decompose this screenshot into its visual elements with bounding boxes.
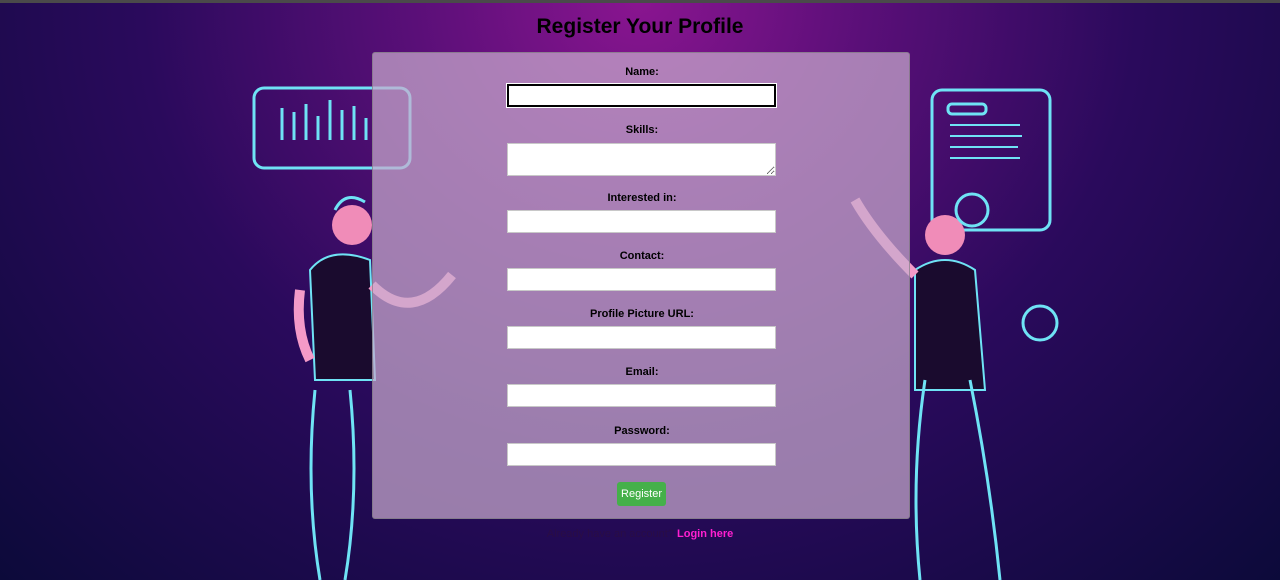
name-field-group: Name: xyxy=(373,66,911,107)
register-button[interactable]: Register xyxy=(617,482,666,506)
interested-in-input[interactable] xyxy=(507,210,776,233)
password-input[interactable] xyxy=(507,443,776,466)
contact-label: Contact: xyxy=(619,250,665,262)
login-link[interactable]: Login here xyxy=(677,528,733,540)
name-label: Name: xyxy=(625,66,659,78)
password-field-group: Password: xyxy=(373,425,911,466)
name-input[interactable] xyxy=(507,84,776,107)
badge-icon xyxy=(1021,304,1059,342)
email-label: Email: xyxy=(625,366,659,378)
password-label: Password: xyxy=(614,425,670,437)
contact-input[interactable] xyxy=(507,268,776,291)
skills-label: Skills: xyxy=(625,124,659,136)
interested-in-label: Interested in: xyxy=(607,192,677,204)
profile-picture-url-input[interactable] xyxy=(507,326,776,349)
skills-field-group: Skills: xyxy=(373,124,911,176)
login-prompt: Already have an account? Login here xyxy=(0,528,1280,540)
interested-in-field-group: Interested in: xyxy=(373,192,911,233)
contact-field-group: Contact: xyxy=(373,250,911,291)
page-title: Register Your Profile xyxy=(536,15,744,38)
profile-picture-url-field-group: Profile Picture URL: xyxy=(373,308,911,349)
skills-textarea[interactable] xyxy=(507,143,776,176)
profile-picture-url-label: Profile Picture URL: xyxy=(590,308,694,320)
login-prompt-text: Already have an account? xyxy=(546,528,674,540)
document-card-icon xyxy=(930,88,1052,232)
email-input[interactable] xyxy=(507,384,776,407)
email-field-group: Email: xyxy=(373,366,911,407)
register-form: Name: Skills: Interested in: Contact: Pr… xyxy=(372,52,910,519)
